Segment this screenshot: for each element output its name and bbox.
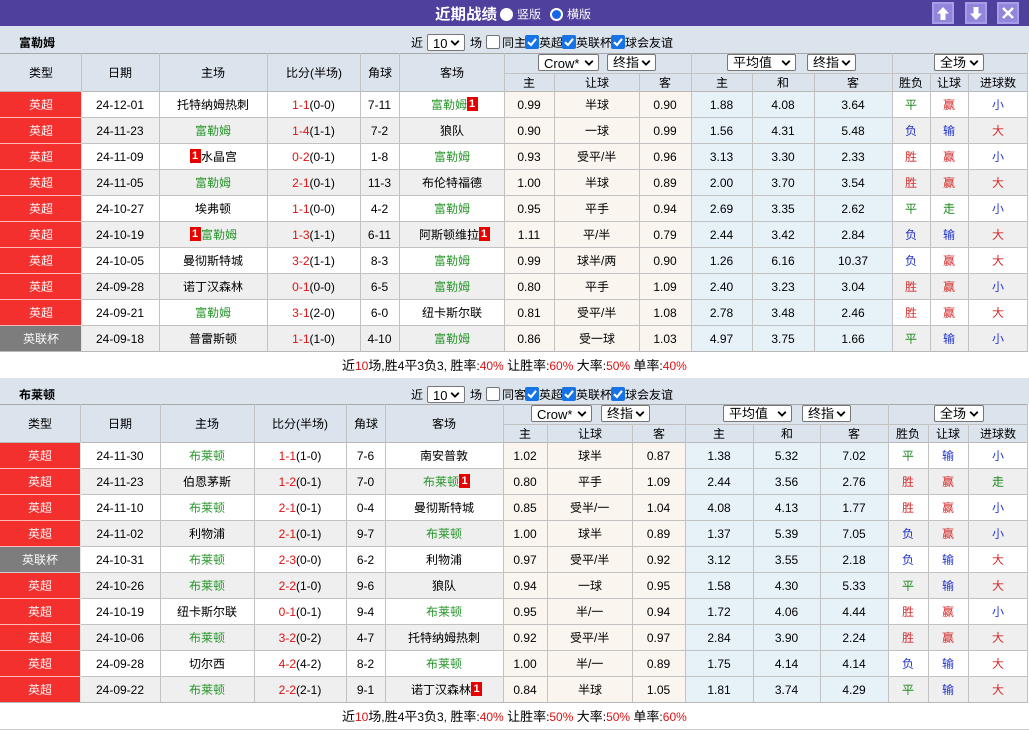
- svg-text:40%: 40%: [480, 710, 504, 724]
- svg-text:): ): [338, 66, 342, 80]
- svg-text:/: /: [601, 253, 605, 267]
- svg-text:3,: 3,: [437, 710, 447, 724]
- svg-text:,: ,: [381, 710, 384, 724]
- svg-text:/: /: [594, 500, 598, 514]
- svg-text:/: /: [601, 149, 605, 163]
- svg-text:/: /: [594, 630, 598, 644]
- svg-text:,: ,: [381, 359, 384, 373]
- svg-text:(: (: [310, 66, 314, 80]
- svg-text:/: /: [588, 604, 592, 618]
- svg-text:40%: 40%: [480, 359, 504, 373]
- svg-text:/: /: [594, 552, 598, 566]
- svg-text:4: 4: [398, 710, 405, 724]
- svg-text:60%: 60%: [549, 359, 573, 373]
- svg-text:40%: 40%: [663, 359, 687, 373]
- svg-text:3: 3: [417, 710, 424, 724]
- svg-text:(: (: [296, 417, 300, 431]
- svg-text:/: /: [588, 656, 592, 670]
- svg-text:4: 4: [398, 359, 405, 373]
- svg-text:/: /: [601, 305, 605, 319]
- svg-text:3: 3: [417, 359, 424, 373]
- svg-text:10: 10: [355, 359, 369, 373]
- svg-text:50%: 50%: [606, 710, 630, 724]
- svg-text:50%: 50%: [606, 359, 630, 373]
- svg-text:60%: 60%: [663, 710, 687, 724]
- svg-text:10: 10: [355, 710, 369, 724]
- svg-text:50%: 50%: [549, 710, 573, 724]
- svg-text:): ): [324, 417, 328, 431]
- svg-text:/: /: [595, 227, 599, 241]
- svg-text:3,: 3,: [437, 359, 447, 373]
